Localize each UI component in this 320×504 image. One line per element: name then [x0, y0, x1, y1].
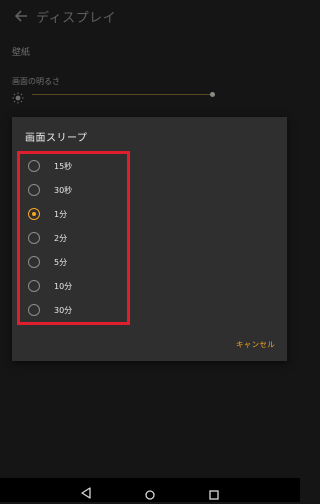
setting-item-brightness: 画面の明るさ: [12, 77, 60, 86]
sun-icon: [12, 89, 24, 104]
brightness-slider-thumb[interactable]: [210, 92, 215, 97]
navigation-bar: [0, 478, 300, 502]
option-2m[interactable]: 2分: [20, 229, 127, 249]
radio-button[interactable]: [28, 256, 40, 268]
setting-item-wallpaper[interactable]: 壁紙: [12, 45, 30, 58]
option-label: 2分: [54, 234, 68, 243]
option-label: 1分: [54, 210, 68, 219]
option-5m[interactable]: 5分: [20, 253, 127, 273]
option-list-highlight: 15秒 30秒 1分 2分 5分 10分 30分: [17, 151, 130, 325]
option-15s[interactable]: 15秒: [20, 157, 127, 177]
circle-home-icon[interactable]: [145, 485, 155, 500]
radio-button[interactable]: [28, 232, 40, 244]
radio-button[interactable]: [28, 280, 40, 292]
option-label: 5分: [54, 258, 68, 267]
radio-button[interactable]: [28, 184, 40, 196]
option-30s[interactable]: 30秒: [20, 181, 127, 201]
back-arrow-icon[interactable]: [13, 8, 29, 24]
triangle-back-icon[interactable]: [81, 484, 91, 499]
sleep-dialog: 画面スリープ 15秒 30秒 1分 2分 5分 10分 30分 キャンセル: [12, 117, 287, 361]
option-10m[interactable]: 10分: [20, 277, 127, 297]
cancel-button[interactable]: キャンセル: [236, 339, 275, 350]
dialog-title: 画面スリープ: [25, 133, 88, 144]
option-1m[interactable]: 1分: [20, 205, 127, 225]
app-bar: ディスプレイ: [0, 0, 300, 32]
square-recents-icon[interactable]: [209, 485, 219, 500]
option-label: 30分: [54, 306, 73, 315]
page-title: ディスプレイ: [36, 11, 117, 26]
radio-button-selected[interactable]: [28, 208, 40, 220]
option-30m[interactable]: 30分: [20, 301, 127, 321]
radio-button[interactable]: [28, 160, 40, 172]
option-label: 30秒: [54, 186, 73, 195]
radio-button[interactable]: [28, 304, 40, 316]
brightness-slider-track[interactable]: [32, 94, 212, 95]
option-label: 10分: [54, 282, 73, 291]
option-label: 15秒: [54, 162, 73, 171]
